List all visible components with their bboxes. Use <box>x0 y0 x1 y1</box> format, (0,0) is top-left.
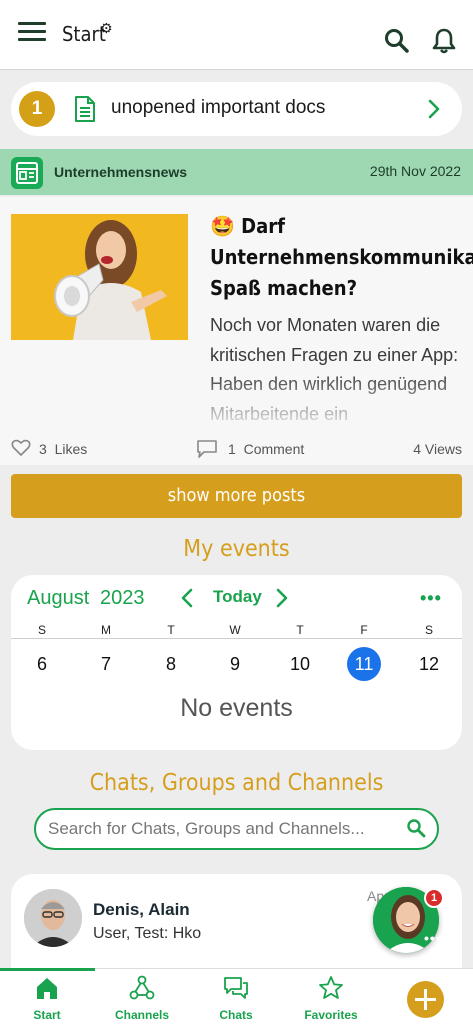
calendar-divider <box>11 638 462 639</box>
chat-last-message: User, Test: Hko <box>93 925 201 943</box>
likes-count: 3 Likes <box>39 441 87 457</box>
chat-search-input[interactable] <box>48 818 398 840</box>
plus-icon[interactable] <box>407 981 444 1018</box>
calendar-day[interactable]: 9 <box>215 647 255 681</box>
nav-tab-start[interactable]: Start <box>2 973 92 1023</box>
chat-sender: User, Test: <box>93 925 169 942</box>
hamburger-menu-icon[interactable] <box>18 22 46 42</box>
likes-number: 3 <box>39 441 47 457</box>
important-docs-card[interactable]: 1 unopened important docs <box>11 82 462 136</box>
nav-tab-chats[interactable]: Chats <box>191 973 281 1023</box>
calendar-day[interactable]: 12 <box>409 647 449 681</box>
nav-label: Start <box>33 1008 61 1022</box>
no-events-message: No events <box>180 694 293 722</box>
avatar <box>24 889 82 947</box>
nav-tab-favorites[interactable]: Favorites <box>286 973 376 1023</box>
likes-label: Likes <box>54 441 88 457</box>
document-icon <box>75 96 95 122</box>
chat-name: Denis, Alain <box>93 900 190 919</box>
comments-label: Comment <box>243 441 305 457</box>
search-icon[interactable] <box>406 818 426 838</box>
chat-bubbles-icon <box>224 977 248 999</box>
weekday-label: M <box>101 623 111 637</box>
chevron-left-icon[interactable] <box>179 587 195 609</box>
docs-count-badge: 1 <box>19 91 55 127</box>
weekday-label: T <box>167 623 175 637</box>
news-headline-text: Darf Unternehmenskommunikation Spaß mach… <box>210 214 473 300</box>
more-options-icon[interactable]: ••• <box>420 588 442 609</box>
post-stats: 3 Likes 1 Comment 4 Views <box>0 438 473 462</box>
heart-icon[interactable] <box>11 439 31 457</box>
events-calendar: August 2023 Today ••• S M T W T F S 6 7 … <box>11 575 462 750</box>
typing-dots-icon: ••• <box>424 930 442 946</box>
chevron-right-icon[interactable] <box>425 97 443 121</box>
calendar-day[interactable]: 10 <box>280 647 320 681</box>
docs-label: unopened important docs <box>111 97 326 118</box>
assistant-notification-badge: 1 <box>424 888 444 908</box>
news-feed-icon <box>11 157 43 189</box>
bell-icon[interactable] <box>431 27 457 55</box>
chats-section-title: Chats, Groups and Channels <box>89 770 384 796</box>
search-icon[interactable] <box>384 28 410 54</box>
calendar-day[interactable]: 6 <box>22 647 62 681</box>
calendar-day-selected[interactable]: 11 <box>347 647 381 681</box>
news-header[interactable]: Unternehmensnews 29th Nov 2022 <box>0 149 473 195</box>
calendar-year[interactable]: 2023 <box>100 587 145 610</box>
weekday-label: W <box>229 623 241 637</box>
weekday-label: F <box>360 623 368 637</box>
chat-search-box[interactable] <box>34 808 439 850</box>
comments-count: 1 Comment <box>228 441 304 457</box>
show-more-posts-button[interactable]: show more posts <box>11 474 462 518</box>
starstruck-emoji-icon: 🤩 <box>210 214 235 238</box>
news-headline[interactable]: 🤩 Darf Unternehmenskommunikation Spaß ma… <box>210 211 473 304</box>
nav-label: Favorites <box>304 1008 358 1022</box>
nav-label: Channels <box>114 1008 169 1022</box>
home-icon <box>37 978 57 999</box>
weekday-label: S <box>37 623 46 637</box>
bottom-navigation: Start Channels Chats Favorites <box>0 968 473 1024</box>
nav-label: Chats <box>219 1008 253 1022</box>
views-count: 4 Views <box>413 441 462 457</box>
calendar-day[interactable]: 8 <box>151 647 191 681</box>
today-button[interactable]: Today <box>213 587 262 607</box>
news-post-card[interactable]: 🤩 Darf Unternehmenskommunikation Spaß ma… <box>0 197 473 465</box>
weekday-label: T <box>296 623 304 637</box>
news-source: Unternehmensnews <box>54 164 188 180</box>
news-image <box>11 214 188 340</box>
channels-icon <box>129 975 155 1000</box>
nav-tab-channels[interactable]: Channels <box>97 973 187 1023</box>
app-bar: Start ⚙ <box>0 0 473 70</box>
chevron-right-icon[interactable] <box>274 587 290 609</box>
events-section-title: My events <box>183 536 290 562</box>
star-icon <box>319 976 343 999</box>
calendar-month[interactable]: August <box>27 587 89 610</box>
calendar-day[interactable]: 7 <box>86 647 126 681</box>
comment-icon[interactable] <box>196 439 218 459</box>
excerpt-fade <box>200 373 473 433</box>
comments-number: 1 <box>228 441 236 457</box>
weekday-label: S <box>424 623 433 637</box>
chat-message-text: Hko <box>172 925 202 942</box>
news-date: 29th Nov 2022 <box>369 163 461 179</box>
active-tab-indicator <box>0 968 95 971</box>
settings-gear-icon[interactable]: ⚙ <box>100 20 113 37</box>
